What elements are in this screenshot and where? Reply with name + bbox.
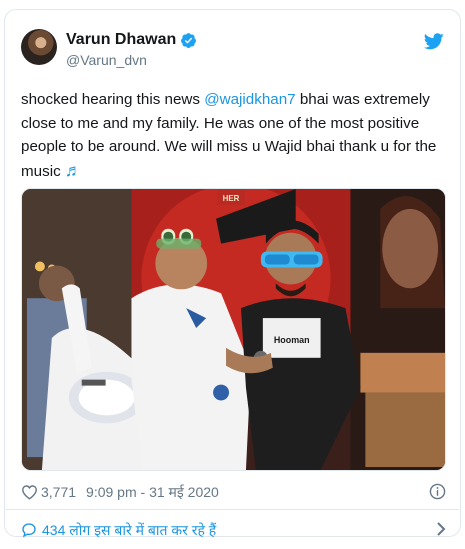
tweet-header: Varun Dhawan @Varun_dvn: [21, 29, 444, 69]
photo-illustration: HER Hooman: [22, 189, 445, 470]
replies-link[interactable]: 434 लोग इस बारे में बात कर रहे हैं: [21, 520, 446, 540]
timestamp[interactable]: 9:09 pm - 31 मई 2020: [86, 483, 219, 502]
avatar[interactable]: [21, 29, 57, 65]
chevron-right-icon[interactable]: [436, 522, 446, 536]
verified-badge-icon: [181, 32, 197, 48]
heart-icon[interactable]: [21, 484, 38, 500]
tweet-text: shocked hearing this news @wajidkhan7 bh…: [21, 88, 446, 183]
sign-text: HER: [223, 194, 240, 203]
mention-link[interactable]: @wajidkhan7: [204, 91, 295, 108]
author-block[interactable]: Varun Dhawan @Varun_dvn: [66, 31, 197, 68]
author-display-name[interactable]: Varun Dhawan: [66, 31, 176, 49]
author-handle[interactable]: @Varun_dvn: [66, 52, 197, 68]
tweet-text-part-1: shocked hearing this news: [21, 91, 205, 108]
author-name-row[interactable]: Varun Dhawan: [66, 31, 197, 49]
music-note-icon: ♬: [64, 160, 82, 180]
replies-text[interactable]: 434 लोग इस बारे में बात कर रहे हैं: [42, 521, 216, 540]
reply-bubble-icon: [22, 523, 36, 538]
like-count[interactable]: 3,771: [41, 484, 76, 500]
divider: [6, 509, 459, 510]
tweet-photo[interactable]: HER Hooman: [21, 188, 446, 471]
twitter-bird-icon[interactable]: [424, 33, 444, 50]
tshirt-text: Hooman: [274, 335, 310, 345]
info-icon[interactable]: [429, 483, 446, 500]
tweet-meta: 3,771 9:09 pm - 31 मई 2020: [21, 481, 446, 503]
tweet-card[interactable]: Varun Dhawan @Varun_dvn shocked hearing …: [4, 9, 461, 540]
